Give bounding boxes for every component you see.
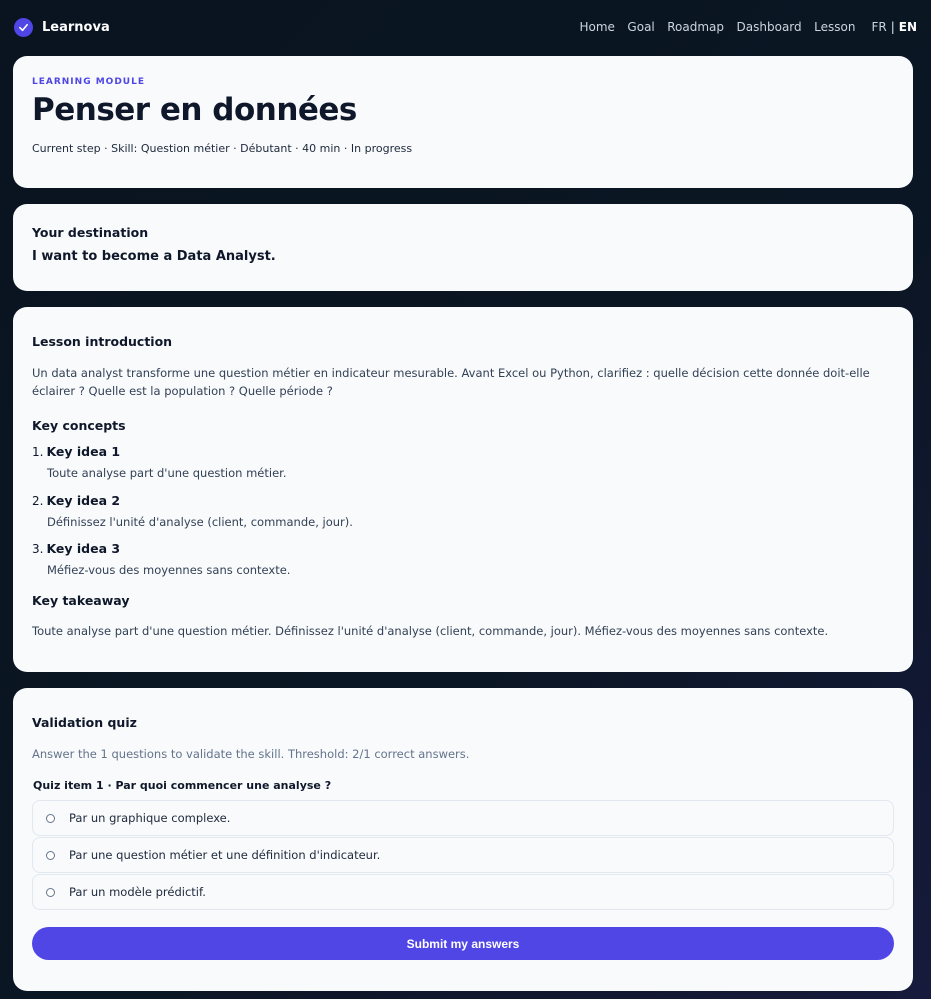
lesson-card: Lesson introduction Un data analyst tran… [13,307,913,672]
concept-number: 3. [32,542,44,556]
concept-title: Key idea 1 [46,444,121,459]
nav-home[interactable]: Home [579,20,614,34]
top-navigation-bar: Learnova Home Goal Roadmap Dashboard Les… [0,0,931,54]
key-concepts-heading: Key concepts [32,418,126,433]
concept-title: Key idea 2 [46,493,121,508]
quiz-option-label: Par une question métier et une définitio… [69,848,381,862]
nav-goal[interactable]: Goal [627,20,654,34]
concept-item: 1. Key idea 1 Toute analyse part d'une qu… [32,441,286,480]
brand[interactable]: Learnova [14,17,110,37]
module-title: Penser en données [32,92,357,128]
key-takeaway-text: Toute analyse part d'une question métier… [32,624,829,638]
module-meta: Current step · Skill: Question métier · … [32,142,413,155]
quiz-question: Quiz item 1 · Par quoi commencer une ana… [33,779,332,792]
quiz-option[interactable]: Par un modèle prédictif. [32,874,894,910]
quiz-option[interactable]: Par une question métier et une définitio… [32,837,894,873]
lesson-intro: Un data analyst transforme une question … [32,366,870,398]
quiz-option-label: Par un graphique complexe. [69,811,231,825]
concept-number: 1. [32,445,44,459]
concept-item: 3. Key idea 3 Méfiez-vous des moyennes sa… [32,538,290,577]
radio-button[interactable] [46,887,55,897]
quiz-option[interactable]: Par un graphique complexe. [32,800,894,836]
destination-text: I want to become a Data Analyst. [32,249,276,264]
lang-separator: | [890,20,895,34]
nav-roadmap[interactable]: Roadmap [667,20,724,34]
concept-description: Définissez l'unité d'analyse (client, co… [47,515,353,529]
brand-name: Learnova [42,19,110,35]
nav-lesson[interactable]: Lesson [814,20,855,34]
concept-number: 2. [32,494,44,508]
concept-title: Key idea 3 [46,541,121,556]
concept-description: Toute analyse part d'une question métier… [47,466,287,480]
concept-description: Méfiez-vous des moyennes sans contexte. [47,563,291,577]
quiz-option-label: Par un modèle prédictif. [69,885,206,899]
radio-button[interactable] [46,813,55,823]
concept-item: 2. Key idea 2 Définissez l'unité d'analys… [32,490,353,529]
key-takeaway-heading: Key takeaway [32,593,130,608]
lang-fr[interactable]: FR [871,20,886,34]
validation-quiz-card: Validation quiz Answer the 1 questions t… [13,688,913,991]
destination-heading: Your destination [32,225,149,240]
quiz-instructions: Answer the 1 questions to validate the s… [32,747,470,761]
check-icon [14,17,33,37]
nav-dashboard[interactable]: Dashboard [737,20,802,34]
quiz-heading: Validation quiz [32,715,137,730]
radio-button[interactable] [46,850,55,860]
main-nav: Home Goal Roadmap Dashboard Lesson FR | EN [567,20,917,34]
module-header-card: LEARNING MODULE Penser en données Curren… [13,56,913,188]
language-switcher: FR | EN [871,20,917,34]
lesson-heading: Lesson introduction [32,334,173,349]
destination-card: Your destination I want to become a Data… [13,204,913,291]
lang-en[interactable]: EN [899,20,917,34]
module-eyebrow: LEARNING MODULE [32,77,145,87]
submit-answers-button[interactable]: Submit my answers [32,927,894,960]
